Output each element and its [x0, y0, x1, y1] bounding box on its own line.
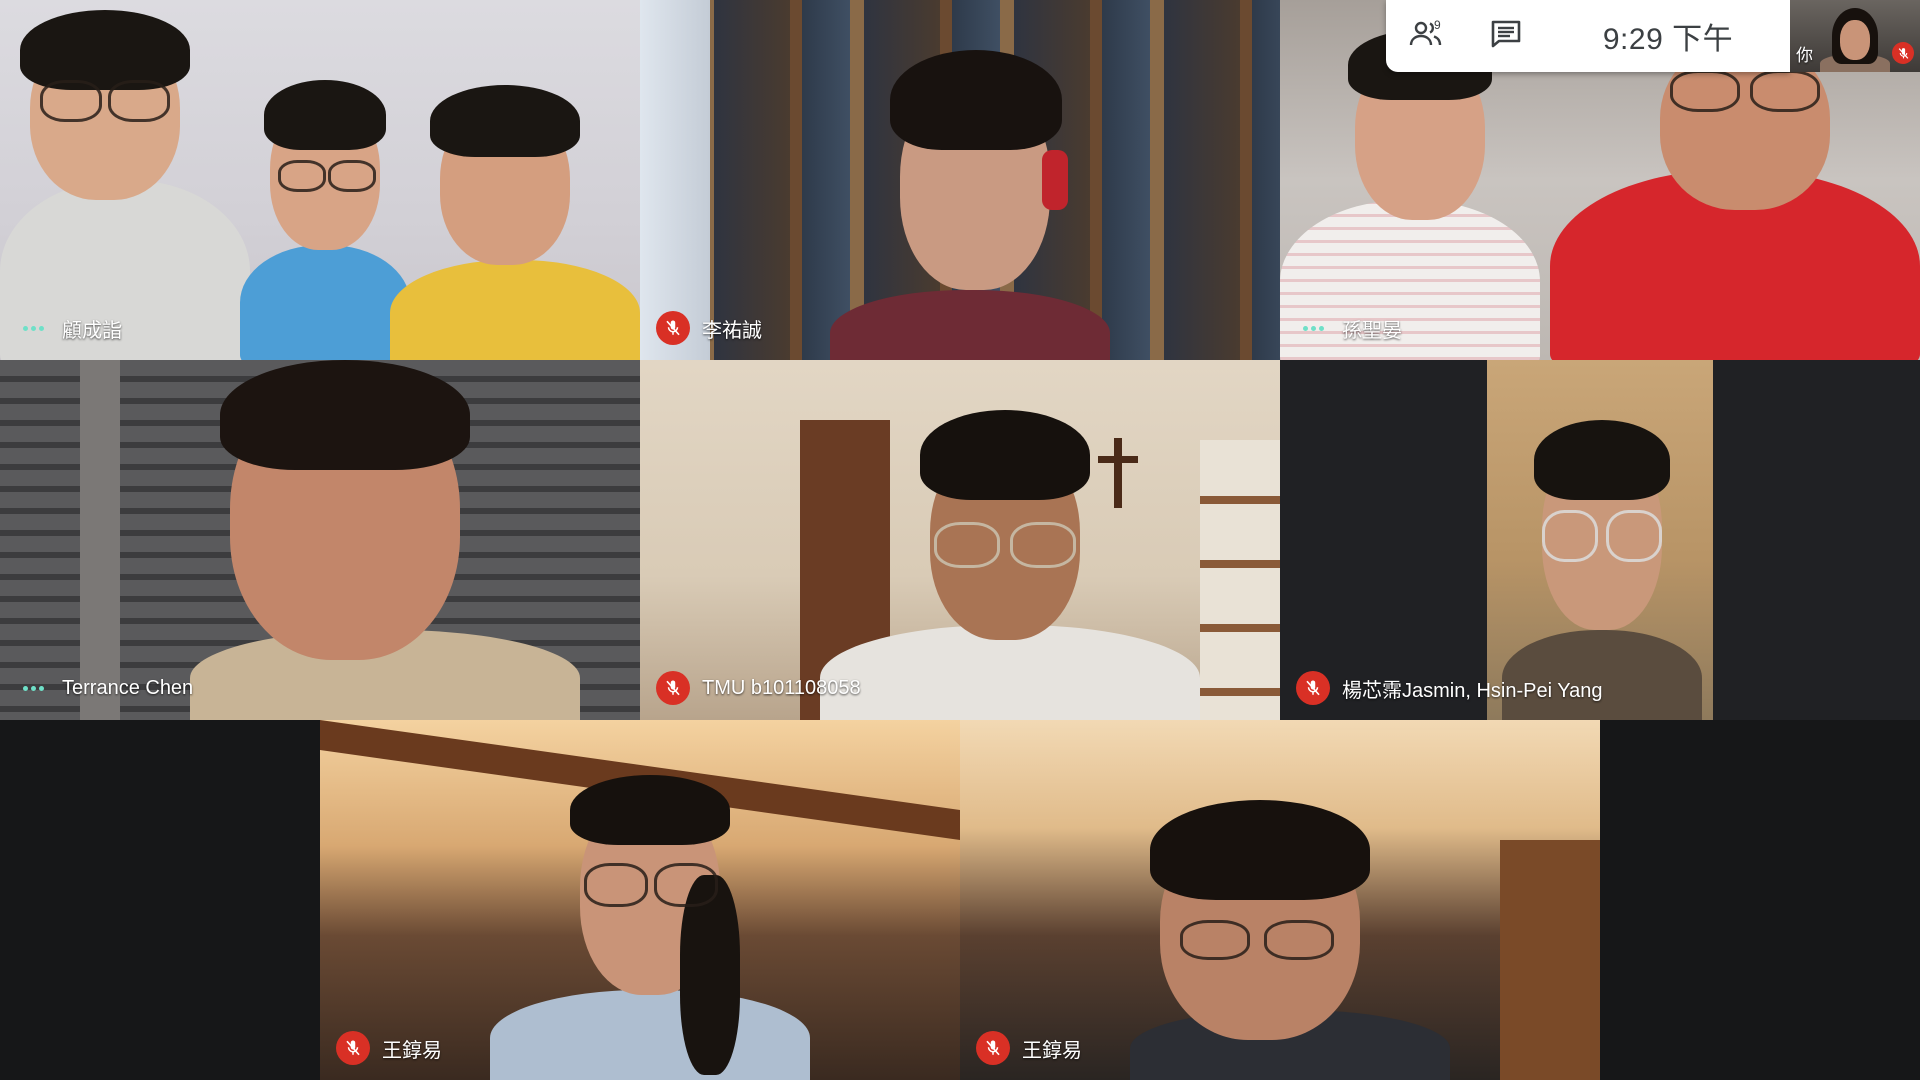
audio-activity-icon — [16, 671, 50, 705]
participant-name: Terrance Chen — [62, 676, 194, 699]
shelf — [1200, 440, 1280, 720]
participant-name: TMU b101108058 — [702, 676, 861, 699]
person-figure — [830, 50, 1110, 360]
participant-name: 李祐誠 — [702, 319, 762, 342]
nameplate: 楊芯霈Jasmin, Hsin-Pei Yang — [1296, 668, 1602, 708]
audio-activity-icon — [16, 311, 50, 345]
window-frame — [80, 360, 120, 720]
chat-icon — [1490, 19, 1522, 54]
mic-off-icon — [1892, 42, 1914, 64]
meeting-top-bar: 9 9:29 下午 — [1386, 0, 1790, 72]
participant-name: 王錞易 — [382, 1039, 442, 1062]
mic-off-icon — [1296, 671, 1330, 705]
nameplate: Terrance Chen — [16, 668, 193, 708]
person-figure — [170, 360, 590, 720]
window-curtain — [640, 0, 710, 360]
self-label: 你 — [1796, 46, 1813, 65]
participant-name: 王錞易 — [1022, 1039, 1082, 1062]
nameplate: 王錞易 — [976, 1028, 1082, 1068]
chat-button[interactable] — [1466, 0, 1546, 72]
meeting-stage: 顧成詣 李祐誠 孫聖晏 Terrance Chen TMU b101108058… — [0, 0, 1920, 1080]
wood-panel — [1500, 840, 1600, 1080]
mic-off-icon — [656, 311, 690, 345]
person-figure — [1130, 800, 1450, 1080]
participant-name: 楊芯霈Jasmin, Hsin-Pei Yang — [1342, 679, 1603, 702]
participant-tile[interactable]: 王錞易 — [960, 720, 1600, 1080]
participant-tile[interactable]: 楊芯霈Jasmin, Hsin-Pei Yang — [1280, 360, 1920, 720]
person-figure — [240, 80, 410, 360]
meeting-clock: 9:29 下午 — [1602, 23, 1734, 56]
mic-off-icon — [976, 1031, 1010, 1065]
person-figure — [820, 410, 1200, 720]
people-button[interactable]: 9 — [1386, 0, 1466, 72]
nameplate: 孫聖晏 — [1296, 308, 1402, 348]
participant-tile[interactable]: TMU b101108058 — [640, 360, 1280, 720]
nameplate: 李祐誠 — [656, 308, 762, 348]
participant-tile[interactable]: 顧成詣 — [0, 0, 640, 360]
audio-activity-icon — [1296, 311, 1330, 345]
participant-name: 孫聖晏 — [1342, 319, 1402, 342]
person-figure — [390, 85, 640, 360]
nameplate: 顧成詣 — [16, 308, 122, 348]
person-figure — [1550, 40, 1920, 360]
participant-name: 顧成詣 — [62, 319, 122, 342]
nameplate: 王錞易 — [336, 1028, 442, 1068]
mic-off-icon — [336, 1031, 370, 1065]
person-figure — [1820, 8, 1890, 72]
participant-tile[interactable]: Terrance Chen — [0, 360, 640, 720]
participant-tile[interactable]: 王錞易 — [320, 720, 960, 1080]
mic-off-icon — [656, 671, 690, 705]
participant-tile[interactable]: 李祐誠 — [640, 0, 1280, 360]
self-view[interactable]: 你 — [1790, 0, 1920, 72]
participant-count: 9 — [1434, 18, 1441, 32]
nameplate: TMU b101108058 — [656, 668, 861, 708]
person-figure — [490, 775, 810, 1080]
